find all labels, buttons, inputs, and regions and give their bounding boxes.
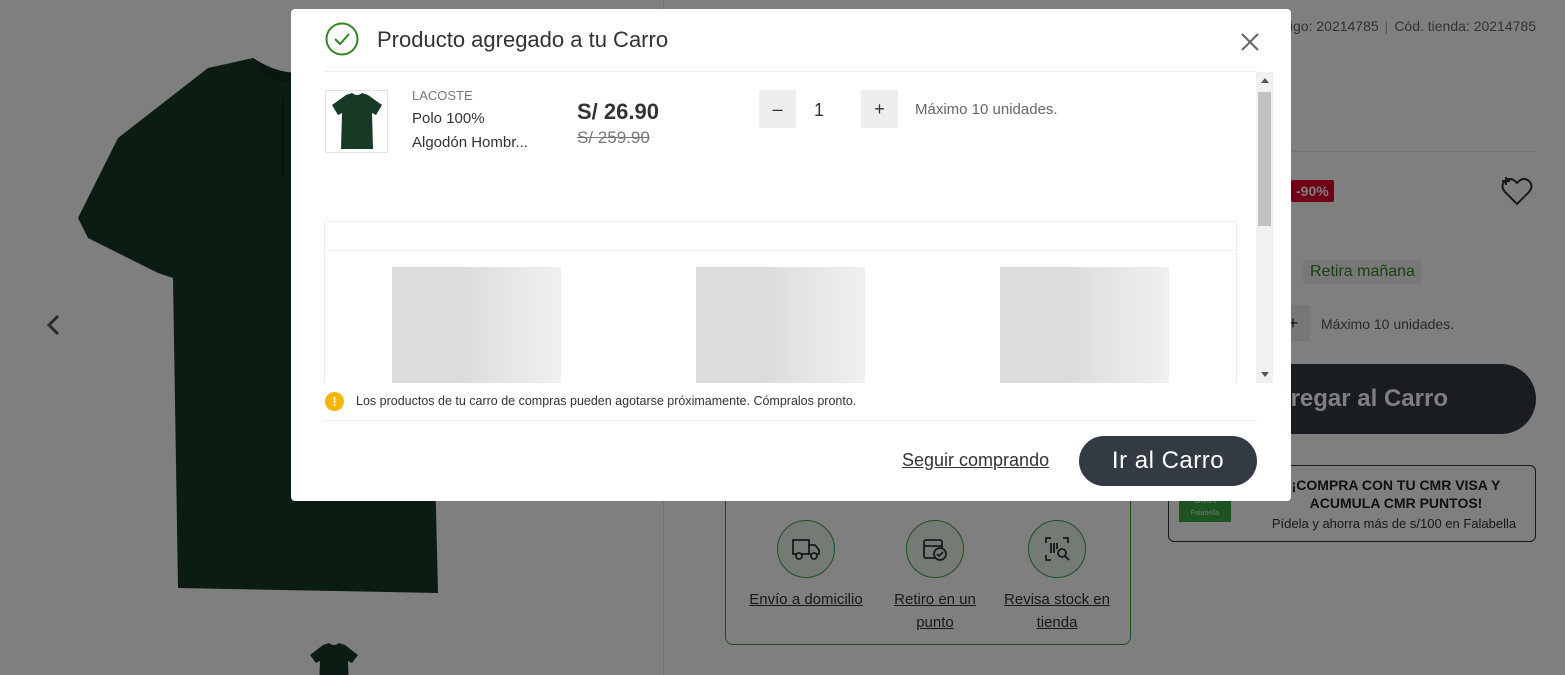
recommendations-panel (324, 221, 1237, 383)
success-check-icon (325, 22, 359, 56)
qty-plus-button[interactable]: + (861, 90, 898, 128)
stock-warning: Los productos de tu carro de compras pue… (356, 394, 857, 408)
max-units-note: Máximo 10 unidades. (915, 101, 1058, 118)
close-icon[interactable] (1239, 31, 1261, 53)
polo-thumb-icon (331, 92, 382, 149)
scrollbar-thumb[interactable] (1258, 92, 1271, 226)
reco-card-placeholder (392, 267, 561, 383)
qty-value: 1 (814, 100, 825, 120)
reco-divider (325, 250, 1236, 251)
product-name: Polo 100% Algodón Hombr... (412, 110, 528, 151)
reco-card-placeholder (696, 267, 865, 383)
scrollbar[interactable] (1256, 72, 1273, 383)
modal-scroll-area[interactable]: LACOSTE Polo 100% Algodón Hombr... S/ 26… (324, 72, 1273, 383)
product-old-price: S/ 259.90 (577, 128, 650, 147)
footer-divider (324, 420, 1257, 421)
cart-product-image (325, 90, 388, 153)
added-to-cart-modal: Producto agregado a tu Carro LACOSTE Pol… (291, 9, 1291, 501)
scroll-down-arrow[interactable] (1256, 366, 1273, 383)
triangle-up-icon (1260, 78, 1269, 83)
continue-shopping-link[interactable]: Seguir comprando (902, 450, 1049, 471)
reco-card-placeholder (1000, 267, 1169, 383)
modal-title: Producto agregado a tu Carro (377, 27, 669, 52)
product-price: S/ 26.90 (577, 99, 659, 124)
triangle-down-icon (1260, 372, 1269, 377)
product-brand: LACOSTE (412, 88, 473, 103)
warning-icon: ! (325, 392, 344, 411)
scroll-up-arrow[interactable] (1256, 72, 1273, 89)
qty-minus-button[interactable]: – (759, 90, 796, 128)
go-to-cart-button[interactable]: Ir al Carro (1079, 436, 1257, 486)
